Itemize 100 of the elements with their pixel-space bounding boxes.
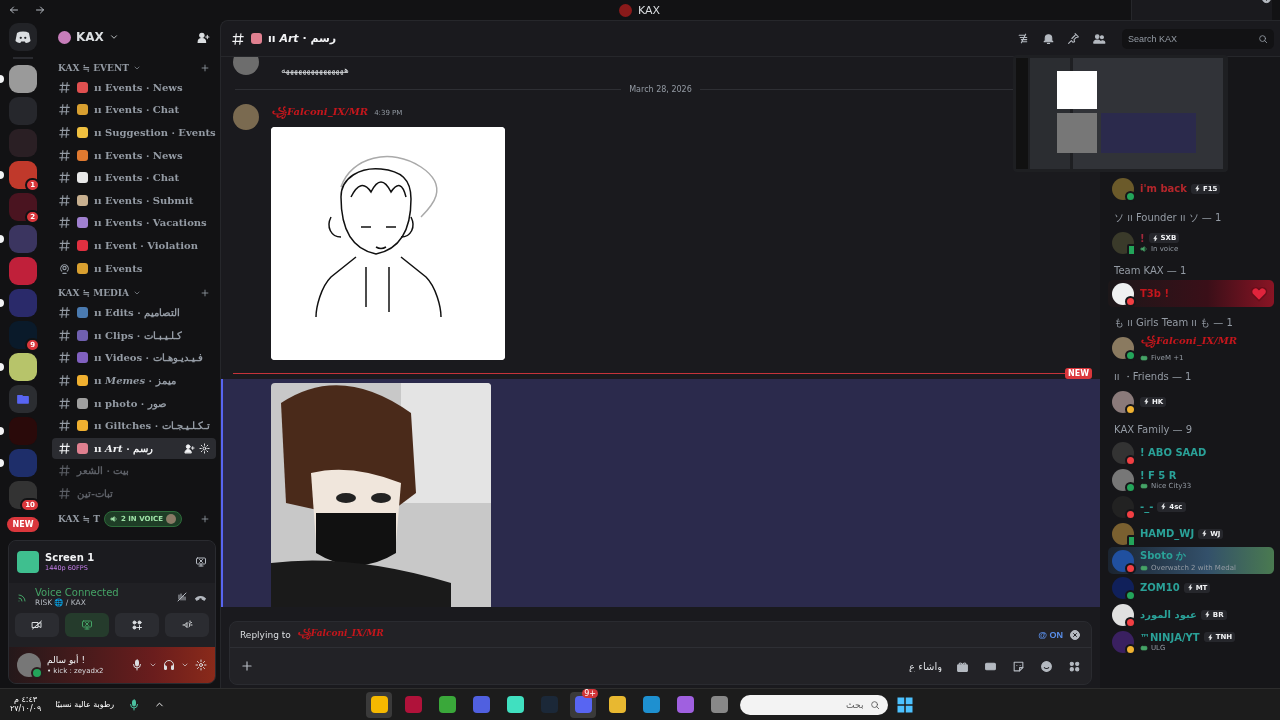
taskbar-app-icon[interactable] [366,691,392,718]
search-field[interactable]: Search KAX [1122,28,1274,49]
channel-item[interactable]: ıı Clips · كـلـيـبـات [52,324,216,346]
category-title[interactable]: KAX ≒ T [58,513,100,524]
new-badge[interactable]: NEW [6,517,40,532]
sketch-drawing[interactable] [271,127,505,360]
member-name[interactable]: عبود المورد [1140,609,1197,620]
tag-icon [1201,530,1209,537]
member-avatar[interactable] [1112,522,1134,545]
taskbar-app-icon[interactable]: 9+ [570,691,596,718]
tag-icon [1186,584,1194,591]
mention-toggle[interactable]: @ ON [1038,629,1063,640]
soundboard-button[interactable] [165,613,209,637]
microphone-icon[interactable] [131,659,143,671]
search-icon [1258,33,1268,44]
member-list-icon[interactable] [1092,31,1106,46]
message-input[interactable]: واشاء ع [268,660,942,672]
member-group-header: ıı ・Friends — 1 [1114,370,1193,384]
member-name[interactable]: HAMD_WJ [1140,528,1195,539]
stage-icon [58,261,71,275]
status-indicator [1125,454,1136,466]
member-avatar[interactable] [1112,630,1134,653]
back-arrow-icon[interactable] [8,4,20,16]
artwork-drawing[interactable] [271,383,491,607]
server-name[interactable]: KAX [76,30,104,44]
channel-item[interactable]: ıı Videos · فـيـديـوهـات [52,347,216,369]
attach-plus-icon[interactable] [240,659,254,673]
chevron-down-icon[interactable] [149,661,157,669]
home-button[interactable] [9,23,37,51]
notification-bell-icon[interactable] [1042,31,1055,45]
windows-start-icon[interactable] [896,695,914,714]
member-name[interactable]: Sboto か [1140,549,1187,563]
emoji-icon [251,33,262,44]
member-avatar[interactable] [1112,576,1134,599]
channel-item[interactable]: ıı Event · Violation [52,234,216,256]
voice-status[interactable]: Voice Connected [35,587,170,598]
category-title[interactable]: KAX ≒ EVENT [58,63,129,73]
member-name[interactable]: ! ABO SAAD [1140,447,1207,458]
member-avatar[interactable] [1112,603,1134,626]
emoji-icon [77,104,88,116]
server-folder[interactable] [9,385,37,413]
activities-icon [131,619,143,631]
forward-arrow-icon[interactable] [34,4,46,16]
chevron-down-icon[interactable] [132,64,141,72]
emoji-icon[interactable] [1040,659,1053,673]
add-channel-icon[interactable] [200,63,210,73]
chevron-down-icon[interactable] [108,32,119,42]
weather-text[interactable]: رطوبة عالية نسبيًا [55,700,115,709]
hash-icon [58,396,71,410]
channel-item[interactable]: ıı Suggestion · Events [52,122,216,143]
member-avatar[interactable] [1112,231,1134,254]
username[interactable]: أبو سالم ! [47,655,125,665]
member-name[interactable]: -_- [1140,501,1154,512]
settings-icon[interactable] [195,659,207,671]
channel-item[interactable]: ıı Events · Submit [52,189,216,211]
add-member-icon[interactable] [197,30,210,44]
member-avatar[interactable] [1112,336,1134,359]
category-title[interactable]: KAX ≒ MEDIA [58,288,130,299]
chevron-down-icon[interactable] [181,661,189,669]
camera-button[interactable] [15,613,59,637]
member-name[interactable]: ZOM10 [1140,582,1180,593]
channel-item[interactable]: ıı Giltches · تـكـلـيـجـات [52,415,216,437]
activities-button[interactable] [115,613,159,637]
taskbar-search-field[interactable]: بحث [740,694,888,715]
add-channel-icon[interactable] [200,288,210,299]
headphones-icon[interactable] [163,659,175,671]
channel-item[interactable]: ıı Edits · التصاميم [52,302,216,324]
server-icon [58,30,71,44]
clock[interactable]: ٤:٤٣ م ٢٧/١٠/٠٩ [10,695,42,714]
member-name[interactable]: ! F 5 R [1140,469,1177,481]
member-avatar[interactable] [1112,177,1134,200]
user-avatar[interactable] [17,653,41,677]
channel-item[interactable]: ıı photo · صور [52,392,216,414]
channel-item[interactable]: ıı Events · News [52,76,216,98]
member-avatar[interactable] [1112,282,1134,305]
screen-share-button[interactable] [65,613,109,637]
channel-item[interactable]: ıı Events · Vacations [52,212,216,234]
hash-icon [58,441,71,455]
game-controller-icon [1140,481,1148,490]
noise-suppression-icon[interactable] [176,591,188,603]
microphone-icon[interactable] [128,698,141,711]
channel-item[interactable]: ıı Events · Chat [52,99,216,121]
game-controller-icon [1140,354,1148,362]
gift-icon[interactable] [956,659,969,673]
channel-item[interactable]: ıı Events · News [52,144,216,166]
member-name[interactable]: ™NINJA/YT [1140,631,1200,643]
apps-icon[interactable] [1068,659,1081,673]
pin-icon[interactable] [1067,31,1080,45]
channel-item[interactable]: ıı Events · Chat [52,167,216,189]
member-avatar[interactable] [1112,468,1134,491]
member-avatar[interactable] [1112,390,1134,413]
user-avatar[interactable] [233,104,259,130]
add-member-icon[interactable] [184,442,195,454]
sticker-icon[interactable] [1012,659,1025,673]
status-indicator [1125,349,1136,361]
threads-icon[interactable] [1017,31,1030,45]
channel-item[interactable]: ıı Events [52,257,216,279]
cancel-reply-icon[interactable] [1069,628,1081,641]
stop-stream-icon[interactable] [195,556,207,568]
add-channel-icon[interactable] [200,513,210,524]
